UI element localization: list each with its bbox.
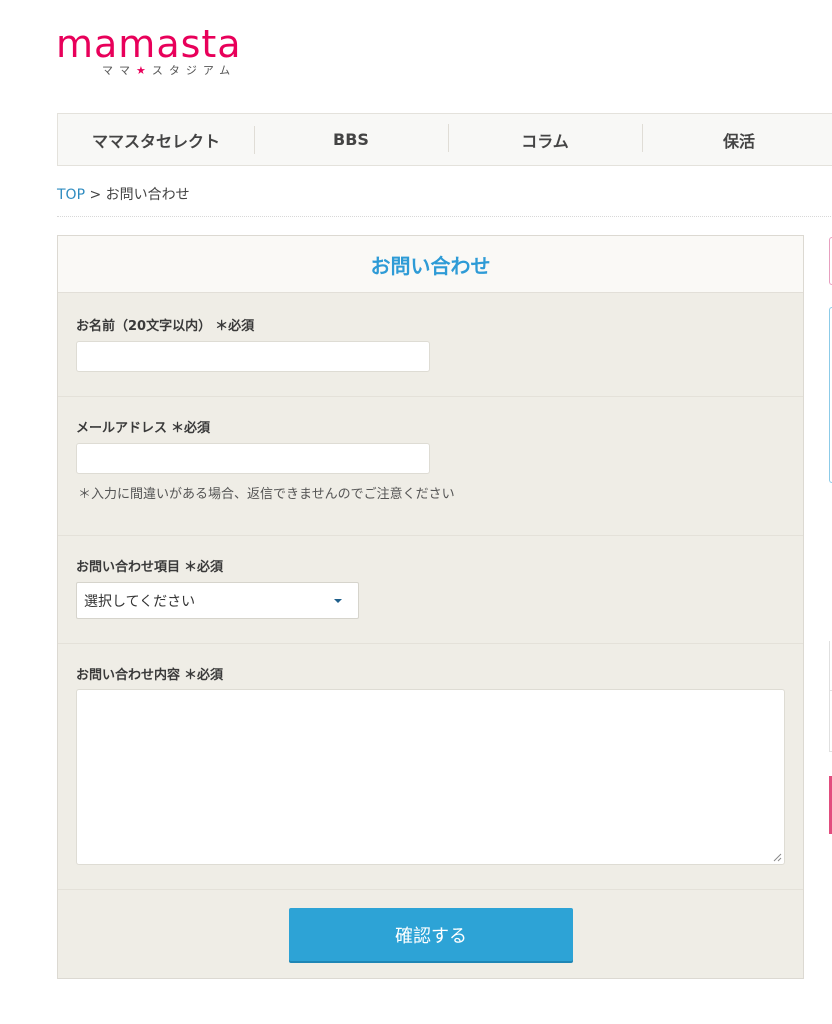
chevron-down-icon — [334, 599, 342, 603]
confirm-button[interactable]: 確認する — [289, 908, 573, 961]
category-label: お問い合わせ項目 ＊必須 — [76, 556, 223, 575]
breadcrumb: TOP > お問い合わせ — [57, 184, 190, 204]
email-label-text: メールアドレス — [76, 421, 168, 436]
global-nav: ママスタセレクト BBS コラム 保活 — [57, 113, 832, 166]
nav-item-column[interactable]: コラム — [448, 123, 642, 152]
resize-handle-icon[interactable] — [772, 852, 782, 862]
nav-item-hokatsu[interactable]: 保活 — [642, 123, 832, 152]
content-label-text: お問い合わせ内容 — [76, 668, 181, 683]
required-badge: ＊必須 — [184, 668, 224, 683]
logo-wordmark: mamasta — [56, 22, 242, 66]
name-label-text: お名前（20文字以内） — [76, 319, 212, 334]
page-title: お問い合わせ — [370, 253, 491, 278]
content-label: お問い合わせ内容 ＊必須 — [76, 664, 223, 683]
nav-item-mamasta-select[interactable]: ママスタセレクト — [58, 128, 254, 152]
required-badge: ＊必須 — [215, 319, 255, 334]
email-label: メールアドレス ＊必須 — [76, 417, 210, 436]
name-row: お名前（20文字以内） ＊必須 — [58, 293, 803, 397]
nav-item-bbs[interactable]: BBS — [254, 126, 448, 154]
email-input[interactable] — [76, 443, 430, 474]
category-row: お問い合わせ項目 ＊必須 選択してください — [58, 536, 803, 644]
logo-tagline-right: スタジアム — [151, 64, 237, 77]
star-icon: ★ — [136, 64, 152, 77]
email-note: ＊入力に間違いがある場合、返信できませんのでご注意ください — [78, 487, 455, 502]
logo-tagline: ママ★スタジアム — [102, 62, 236, 78]
breadcrumb-divider — [57, 216, 832, 217]
required-badge: ＊必須 — [171, 421, 211, 436]
site-logo[interactable]: mamasta ママ★スタジアム — [56, 22, 296, 82]
breadcrumb-home-link[interactable]: TOP — [57, 187, 85, 203]
name-input[interactable] — [76, 341, 430, 372]
category-label-text: お問い合わせ項目 — [76, 560, 181, 575]
logo-tagline-left: ママ — [102, 64, 136, 77]
email-row: メールアドレス ＊必須 ＊入力に間違いがある場合、返信できませんのでご注意ください — [58, 397, 803, 536]
panel-header: お問い合わせ — [58, 236, 803, 293]
category-select-value: 選択してください — [84, 593, 196, 610]
name-label: お名前（20文字以内） ＊必須 — [76, 315, 254, 334]
breadcrumb-current: お問い合わせ — [105, 187, 190, 203]
content-row: お問い合わせ内容 ＊必須 — [58, 644, 803, 890]
required-badge: ＊必須 — [184, 560, 224, 575]
category-select[interactable]: 選択してください — [76, 582, 359, 619]
content-textarea[interactable] — [76, 689, 785, 865]
breadcrumb-separator: > — [85, 187, 106, 203]
contact-form-panel: お問い合わせ お名前（20文字以内） ＊必須 メールアドレス ＊必須 ＊入力に間違い… — [57, 235, 804, 979]
